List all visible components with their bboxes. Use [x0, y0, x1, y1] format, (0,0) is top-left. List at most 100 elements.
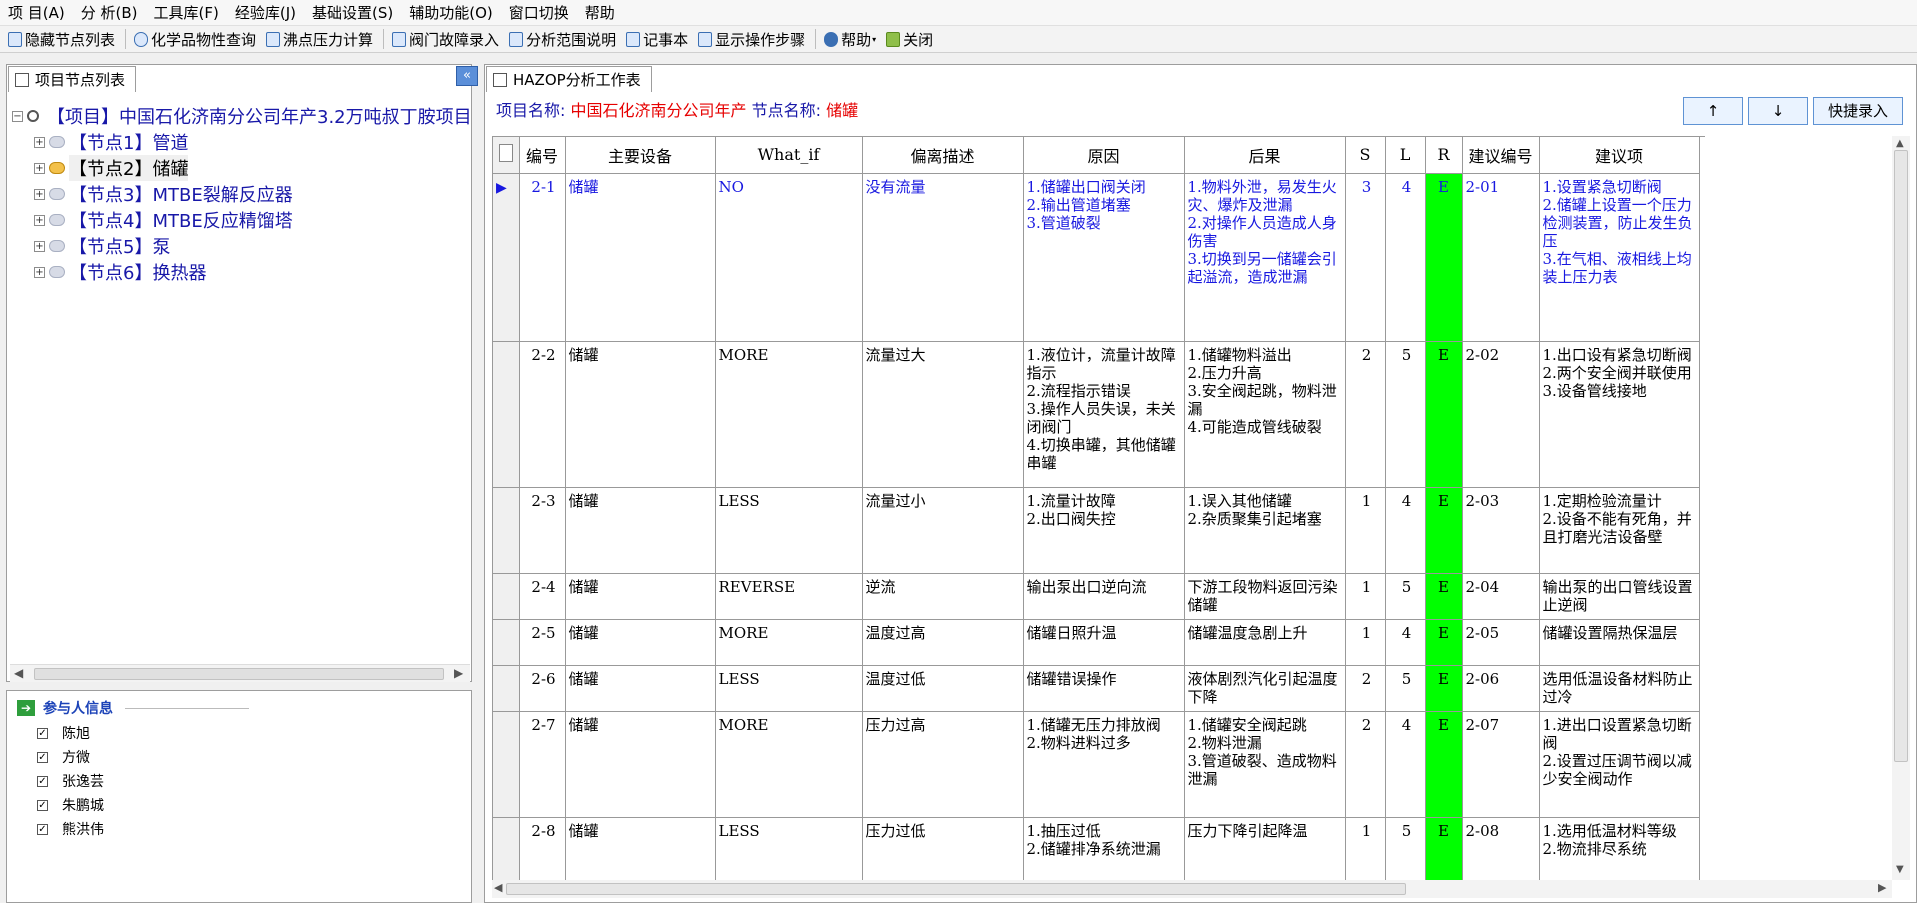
expand-icon[interactable]: + — [34, 240, 45, 252]
row-selector[interactable] — [493, 711, 520, 818]
cell-sug[interactable]: 输出泵的出口管线设置止逆阀 — [1539, 573, 1700, 620]
show-steps-button[interactable]: 显示操作步骤 — [694, 28, 811, 50]
tree-node-item[interactable]: + 【节点1】管道 — [12, 129, 472, 155]
cell-s[interactable]: 2 — [1345, 665, 1386, 712]
cell-equip[interactable]: 储罐 — [565, 619, 716, 666]
cell-sug[interactable]: 选用低温设备材料防止过冷 — [1539, 665, 1700, 712]
cell-whatif[interactable]: REVERSE — [715, 573, 863, 620]
row-selector[interactable] — [493, 817, 520, 880]
cell-l[interactable]: 4 — [1385, 619, 1426, 666]
cell-id[interactable]: 2-8 — [519, 817, 566, 880]
cell-cause[interactable]: 1.储罐出口阀关闭 2.输出管道堵塞 3.管道破裂 — [1023, 173, 1185, 342]
col-header[interactable]: 后果 — [1184, 137, 1346, 174]
cell-r[interactable]: E — [1425, 817, 1463, 880]
menu-analysis[interactable]: 分 析(B) — [73, 2, 146, 23]
cell-dev[interactable]: 没有流量 — [862, 173, 1024, 342]
menu-experience[interactable]: 经验库(J) — [227, 2, 304, 23]
cell-sug[interactable]: 1.进出口设置紧急切断阀 2.设置过压调节阀以减少安全阀动作 — [1539, 711, 1700, 818]
cell-s[interactable]: 2 — [1345, 341, 1386, 488]
menu-project[interactable]: 项 目(A) — [0, 2, 73, 23]
cell-conseq[interactable]: 下游工段物料返回污染储罐 — [1184, 573, 1346, 620]
expand-icon[interactable]: + — [34, 188, 45, 200]
col-header[interactable]: 主要设备 — [565, 137, 716, 174]
col-header[interactable]: 编号 — [519, 137, 566, 174]
cell-equip[interactable]: 储罐 — [565, 817, 716, 880]
cell-whatif[interactable]: MORE — [715, 619, 863, 666]
scroll-right-icon[interactable]: ▶ — [454, 666, 463, 680]
row-selector[interactable]: ▶ — [493, 173, 520, 342]
expand-icon[interactable]: + — [34, 136, 45, 148]
expand-icon[interactable]: + — [34, 214, 45, 226]
cell-dev[interactable]: 压力过低 — [862, 817, 1024, 880]
cell-dev[interactable]: 压力过高 — [862, 711, 1024, 818]
table-row[interactable]: 2-2 储罐 MORE 流量过大 1.液位计，流量计故障指示 2.流程指示错误 3.操作… — [493, 341, 1700, 488]
col-header[interactable]: 偏离描述 — [862, 137, 1024, 174]
cell-whatif[interactable]: LESS — [715, 487, 863, 574]
tree-node-item[interactable]: + 【节点5】泵 — [12, 233, 472, 259]
row-selector[interactable] — [493, 573, 520, 620]
collapse-icon[interactable]: − — [12, 110, 23, 122]
checkbox-checked[interactable]: ✓ — [37, 799, 48, 811]
cell-id[interactable]: 2-4 — [519, 573, 566, 620]
row-selector[interactable] — [493, 619, 520, 666]
participant-item[interactable]: ✓ 熊洪伟 — [37, 817, 104, 841]
move-down-button[interactable]: ↓ — [1748, 97, 1808, 125]
quick-entry-button[interactable]: 快捷录入 — [1813, 97, 1903, 125]
cell-cause[interactable]: 1.流量计故障 2.出口阀失控 — [1023, 487, 1185, 574]
menu-toolbox[interactable]: 工具库(F) — [146, 2, 227, 23]
valve-fault-button[interactable]: 阀门故障录入 — [388, 28, 505, 50]
cell-l[interactable]: 5 — [1385, 573, 1426, 620]
cell-equip[interactable]: 储罐 — [565, 665, 716, 712]
cell-cause[interactable]: 储罐日照升温 — [1023, 619, 1185, 666]
cell-dev[interactable]: 逆流 — [862, 573, 1024, 620]
tab-node-list[interactable]: 项目节点列表 — [8, 66, 137, 92]
close-button[interactable]: 关闭 — [882, 28, 939, 50]
col-header[interactable]: What_if — [715, 137, 863, 174]
scroll-thumb[interactable] — [1894, 150, 1908, 762]
cell-whatif[interactable]: NO — [715, 173, 863, 342]
cell-cause[interactable]: 1.抽压过低 2.储罐排净系统泄漏 — [1023, 817, 1185, 880]
cell-r[interactable]: E — [1425, 665, 1463, 712]
table-row[interactable]: 2-3 储罐 LESS 流量过小 1.流量计故障 2.出口阀失控 1.误入其他储罐 2.杂… — [493, 487, 1700, 574]
col-header[interactable]: R — [1425, 137, 1463, 174]
cell-s[interactable]: 2 — [1345, 711, 1386, 818]
cell-cause[interactable]: 1.储罐无压力排放阀 2.物料进料过多 — [1023, 711, 1185, 818]
tree-project-item[interactable]: − 【项目】中国石化济南分公司年产3.2万吨叔丁胺项目 — [12, 103, 472, 129]
tab-hazop-worksheet[interactable]: HAZOP分析工作表 — [486, 66, 652, 92]
cell-r[interactable]: E — [1425, 619, 1463, 666]
cell-equip[interactable]: 储罐 — [565, 711, 716, 818]
row-selector[interactable] — [493, 341, 520, 488]
checkbox-checked[interactable]: ✓ — [37, 823, 48, 835]
cell-sid[interactable]: 2-03 — [1462, 487, 1540, 574]
cell-sid[interactable]: 2-08 — [1462, 817, 1540, 880]
cell-dev[interactable]: 流量过大 — [862, 341, 1024, 488]
participant-item[interactable]: ✓ 朱鹏城 — [37, 793, 104, 817]
help-button[interactable]: 帮助 ▾ — [820, 28, 882, 50]
vertical-scrollbar[interactable]: ▲ ▼ — [1892, 136, 1910, 880]
table-row[interactable]: 2-8 储罐 LESS 压力过低 1.抽压过低 2.储罐排净系统泄漏 压力下降引起降温 1 5… — [493, 817, 1700, 880]
cell-whatif[interactable]: LESS — [715, 817, 863, 880]
cell-sug[interactable]: 1.出口设有紧急切断阀 2.两个安全阀并联使用 3.设备管线接地 — [1539, 341, 1700, 488]
scroll-right-icon[interactable]: ▶ — [1878, 881, 1886, 894]
cell-conseq[interactable]: 储罐温度急剧上升 — [1184, 619, 1346, 666]
cell-s[interactable]: 3 — [1345, 173, 1386, 342]
menu-help[interactable]: 帮助 — [577, 2, 623, 23]
participant-item[interactable]: ✓ 方微 — [37, 745, 104, 769]
row-selector[interactable] — [493, 487, 520, 574]
checkbox-checked[interactable]: ✓ — [37, 727, 48, 739]
cell-l[interactable]: 4 — [1385, 173, 1426, 342]
cell-dev[interactable]: 温度过低 — [862, 665, 1024, 712]
tree-node-item[interactable]: + 【节点3】MTBE裂解反应器 — [12, 181, 472, 207]
cell-cause[interactable]: 输出泵出口逆向流 — [1023, 573, 1185, 620]
cell-id[interactable]: 2-7 — [519, 711, 566, 818]
scroll-left-icon[interactable]: ◀ — [494, 881, 502, 894]
cell-conseq[interactable]: 1.储罐物料溢出 2.压力升高 3.安全阀起跳，物料泄漏 4.可能造成管线破裂 — [1184, 341, 1346, 488]
cell-id[interactable]: 2-2 — [519, 341, 566, 488]
cell-sid[interactable]: 2-04 — [1462, 573, 1540, 620]
tree-node-item[interactable]: + 【节点4】MTBE反应精馏塔 — [12, 207, 472, 233]
cell-l[interactable]: 5 — [1385, 817, 1426, 880]
cell-dev[interactable]: 流量过小 — [862, 487, 1024, 574]
tree-node-item-selected[interactable]: + 【节点2】储罐 — [12, 155, 472, 181]
cell-l[interactable]: 5 — [1385, 665, 1426, 712]
cell-id[interactable]: 2-1 — [519, 173, 566, 342]
